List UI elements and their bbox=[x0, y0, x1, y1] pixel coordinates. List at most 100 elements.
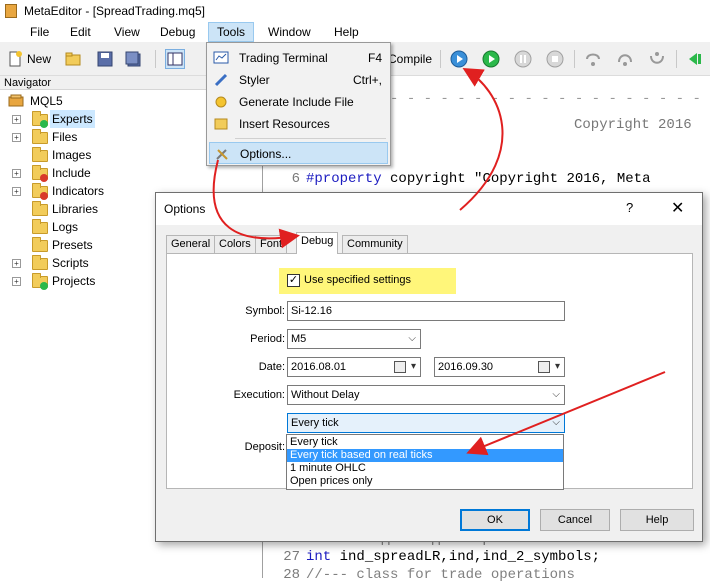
code-keyword: int bbox=[306, 549, 332, 565]
new-file-icon[interactable] bbox=[6, 50, 24, 68]
use-specified-settings-checkbox[interactable]: ✓ bbox=[287, 274, 300, 287]
step-into-icon[interactable] bbox=[584, 50, 602, 68]
date-to-value: 2016.09.30 bbox=[438, 361, 494, 373]
expand-icon[interactable]: + bbox=[12, 187, 21, 196]
date-from-picker[interactable]: 2016.08.01 ▾ bbox=[287, 357, 421, 377]
tab-colors[interactable]: Colors bbox=[214, 235, 256, 253]
menu-item-generate-include[interactable]: Generate Include File bbox=[209, 91, 388, 113]
model-option[interactable]: Open prices only bbox=[287, 475, 563, 488]
ok-button[interactable]: OK bbox=[460, 509, 530, 531]
chevron-down-icon: ⌵ bbox=[408, 333, 416, 344]
open-folder-icon[interactable] bbox=[64, 50, 82, 68]
model-option[interactable]: Every tick bbox=[287, 436, 563, 449]
period-select[interactable]: M5 ⌵ bbox=[287, 329, 421, 349]
menu-debug[interactable]: Debug bbox=[152, 22, 203, 42]
menu-item-label: Trading Terminal bbox=[239, 51, 328, 65]
expand-icon[interactable]: + bbox=[12, 115, 21, 124]
step-over-icon[interactable] bbox=[616, 50, 634, 68]
save-all-icon[interactable] bbox=[124, 50, 142, 68]
model-option[interactable]: 1 minute OHLC bbox=[287, 462, 563, 475]
execution-select[interactable]: Without Delay ⌵ bbox=[287, 385, 565, 405]
expand-icon[interactable]: + bbox=[12, 169, 21, 178]
model-select[interactable]: Every tick ⌵ bbox=[287, 413, 565, 433]
tab-general[interactable]: General bbox=[166, 235, 216, 253]
navigator-item-label: Experts bbox=[50, 110, 95, 128]
copyright-text: Copyright 2016 bbox=[574, 117, 692, 133]
symbol-label: Symbol: bbox=[245, 305, 285, 317]
date-to-picker[interactable]: 2016.09.30 ▾ bbox=[434, 357, 565, 377]
code-comment: //--- class for trade operations bbox=[306, 567, 575, 583]
cancel-button[interactable]: Cancel bbox=[540, 509, 610, 531]
menu-help[interactable]: Help bbox=[326, 22, 367, 42]
help-button[interactable]: Help bbox=[620, 509, 694, 531]
navigator-root[interactable]: MQL5 bbox=[8, 92, 208, 110]
code-line-6: 6 #property copyright "Copyright 2016, M… bbox=[264, 170, 710, 188]
tab-font[interactable]: Font bbox=[255, 235, 288, 253]
navigator-item-label: Logs bbox=[52, 220, 79, 234]
new-button[interactable]: New bbox=[27, 48, 51, 70]
code-line-copyright: Copyright 2016 bbox=[574, 116, 692, 134]
expand-icon[interactable]: + bbox=[12, 277, 21, 286]
menu-item-shortcut: Ctrl+, bbox=[352, 73, 382, 87]
menu-tools[interactable]: Tools bbox=[208, 22, 255, 42]
menu-item-insert-resources[interactable]: Insert Resources bbox=[209, 113, 388, 135]
tab-debug[interactable]: Debug bbox=[296, 232, 339, 254]
navigator-item-label: Scripts bbox=[52, 256, 89, 270]
menu-item-trading-terminal[interactable]: Trading Terminal F4 bbox=[209, 47, 388, 69]
start-debug-icon[interactable] bbox=[482, 50, 500, 68]
toolbar-separator bbox=[676, 50, 677, 68]
navigator-item-label: Images bbox=[52, 148, 92, 162]
chevron-down-icon: ⌵ bbox=[552, 417, 560, 428]
folder-icon bbox=[32, 237, 48, 252]
save-icon[interactable] bbox=[96, 50, 114, 68]
pause-icon[interactable] bbox=[514, 50, 532, 68]
dialog-body: General Colors Font Debug Community ✓ Us… bbox=[156, 225, 702, 541]
expand-icon[interactable]: + bbox=[12, 259, 21, 268]
menu-view[interactable]: View bbox=[106, 22, 148, 42]
menu-item-label: Insert Resources bbox=[239, 117, 330, 131]
deposit-label: Deposit: bbox=[244, 441, 285, 453]
indicator-badge-icon bbox=[40, 192, 48, 200]
insert-resources-icon bbox=[214, 118, 228, 130]
dialog-close-icon[interactable]: ✕ bbox=[671, 198, 684, 218]
stop-icon[interactable] bbox=[546, 50, 564, 68]
expand-icon[interactable]: + bbox=[12, 133, 21, 142]
tab-community[interactable]: Community bbox=[342, 235, 408, 253]
run-to-cursor-icon[interactable] bbox=[686, 50, 704, 68]
folder-icon bbox=[32, 255, 48, 270]
model-option-selected[interactable]: Every tick based on real ticks bbox=[287, 449, 563, 462]
folder-icon bbox=[32, 129, 48, 144]
menu-item-options[interactable]: Options... bbox=[209, 142, 388, 164]
start-debug-history-icon[interactable] bbox=[450, 50, 468, 68]
code-line-28: 28 //--- class for trade operations bbox=[264, 566, 710, 584]
dialog-title-bar: Options ? ✕ bbox=[156, 193, 702, 225]
use-specified-settings-label: Use specified settings bbox=[304, 274, 411, 286]
navigator-panel-icon[interactable] bbox=[165, 49, 185, 69]
chevron-down-icon: ⌵ bbox=[552, 389, 560, 400]
navigator-item-label: Include bbox=[52, 166, 91, 180]
menu-bar: File Edit View Debug Tools Window Help bbox=[0, 22, 710, 42]
menu-file[interactable]: File bbox=[22, 22, 57, 42]
execution-value: Without Delay bbox=[291, 389, 360, 401]
line-number: 28 bbox=[283, 567, 300, 583]
menu-edit[interactable]: Edit bbox=[62, 22, 99, 42]
code-rest: ind_spreadLR,ind,ind_2_symbols; bbox=[331, 549, 601, 565]
step-out-icon[interactable] bbox=[648, 50, 666, 68]
menu-item-label: Options... bbox=[240, 147, 292, 161]
dialog-help-icon[interactable]: ? bbox=[626, 200, 633, 215]
navigator-item-include[interactable]: + Include bbox=[12, 164, 252, 182]
code-text: int ind_spreadLR,ind,ind_2_symbols; bbox=[306, 548, 600, 566]
menu-item-styler[interactable]: Styler Ctrl+, bbox=[209, 69, 388, 91]
toolbar-separator bbox=[155, 50, 156, 68]
model-dropdown-list: Every tick Every tick based on real tick… bbox=[286, 434, 564, 490]
expert-badge-icon bbox=[40, 120, 48, 128]
options-tools-icon bbox=[216, 149, 228, 160]
symbol-input[interactable]: Si-12.16 bbox=[287, 301, 565, 321]
trading-terminal-icon bbox=[213, 51, 229, 64]
generate-include-icon bbox=[215, 96, 227, 108]
menu-window[interactable]: Window bbox=[260, 22, 319, 42]
period-label: Period: bbox=[250, 333, 285, 345]
code-text: #property copyright "Copyright 2016, Met… bbox=[306, 170, 650, 188]
compile-button[interactable]: Compile bbox=[388, 48, 432, 70]
code-line-27: 27 int ind_spreadLR,ind,ind_2_symbols; bbox=[264, 548, 710, 566]
